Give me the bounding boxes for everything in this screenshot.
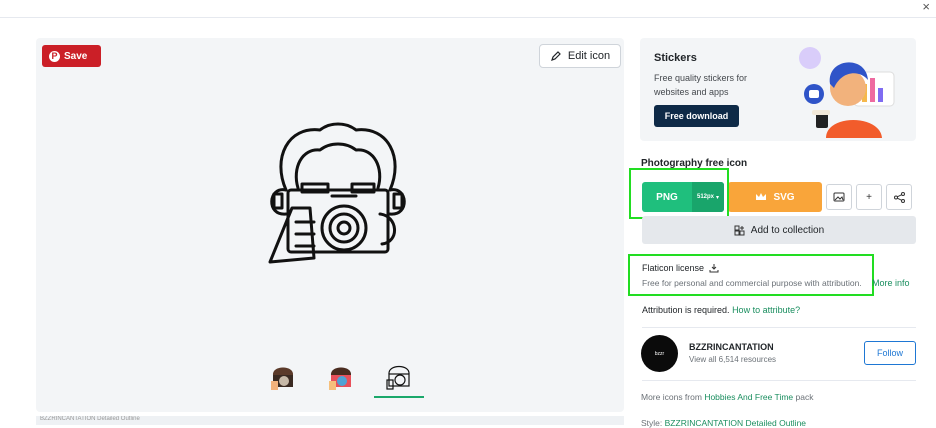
style-line: Style: BZZRINCANTATION Detailed Outline bbox=[641, 418, 806, 428]
edit-label: Edit icon bbox=[567, 50, 611, 62]
photographer-main-icon bbox=[268, 122, 406, 264]
more-icons-suffix: pack bbox=[795, 392, 814, 402]
stickers-description: Free quality stickers for websites and a… bbox=[654, 73, 748, 97]
edit-icon-button[interactable]: Edit icon bbox=[539, 44, 621, 68]
share-button[interactable] bbox=[886, 184, 912, 210]
pinterest-save-button[interactable]: P Save bbox=[42, 45, 101, 67]
variant-thumbnail[interactable] bbox=[316, 354, 366, 398]
license-title: Flaticon license bbox=[642, 263, 719, 273]
license-description: Free for personal and commercial purpose… bbox=[642, 278, 862, 288]
close-icon[interactable]: × bbox=[922, 0, 930, 14]
attribution-line: Attribution is required. How to attribut… bbox=[642, 305, 800, 315]
variant-thumbnail-selected[interactable] bbox=[374, 354, 424, 398]
more-icons-prefix: More icons from bbox=[641, 392, 702, 402]
svg-download-button[interactable]: SVG bbox=[728, 182, 822, 212]
add-to-collection-label: Add to collection bbox=[750, 224, 825, 236]
pack-link[interactable]: Hobbies And Free Time bbox=[704, 392, 793, 402]
image-icon bbox=[833, 192, 845, 202]
photographer-color-icon bbox=[329, 367, 352, 390]
icon-preview-panel: P Save Edit icon bbox=[36, 38, 624, 412]
divider bbox=[642, 380, 916, 381]
stickers-illustration bbox=[799, 47, 895, 138]
stickers-title: Stickers bbox=[654, 52, 697, 64]
follow-button[interactable]: Follow bbox=[864, 341, 916, 365]
stickers-promo-card: Stickers Free quality stickers for websi… bbox=[640, 38, 916, 141]
svg-label: SVG bbox=[773, 191, 795, 203]
pinterest-icon: P bbox=[49, 50, 60, 62]
photographer-color-icon bbox=[271, 367, 294, 390]
more-icons-line: More icons from Hobbies And Free Time pa… bbox=[641, 392, 813, 402]
png-highlight-box bbox=[629, 168, 729, 219]
photographer-outline-icon bbox=[386, 365, 410, 390]
add-to-collection-button[interactable]: Add to collection bbox=[642, 216, 916, 244]
download-icon bbox=[709, 264, 719, 273]
author-name[interactable]: BZZRINCANTATION bbox=[689, 342, 774, 352]
icon-variant-thumbnails bbox=[258, 354, 424, 398]
sidebar: Stickers Free quality stickers for websi… bbox=[640, 38, 916, 141]
add-button[interactable]: + bbox=[856, 184, 882, 210]
save-label: Save bbox=[64, 50, 88, 62]
modal-topbar: × bbox=[0, 0, 936, 18]
share-icon bbox=[893, 191, 905, 203]
collection-add-icon bbox=[734, 225, 745, 235]
pencil-icon bbox=[550, 51, 561, 61]
attribution-text: Attribution is required. bbox=[642, 305, 730, 315]
free-download-button[interactable]: Free download bbox=[654, 105, 739, 127]
how-to-attribute-link[interactable]: How to attribute? bbox=[732, 305, 800, 315]
license-highlight-box bbox=[628, 254, 874, 296]
preview-footer: BZZRINCANTATION Detailed Outline bbox=[36, 416, 624, 425]
author-avatar[interactable]: bzzr bbox=[641, 335, 678, 372]
divider bbox=[642, 327, 916, 328]
image-format-button[interactable] bbox=[826, 184, 852, 210]
style-link[interactable]: BZZRINCANTATION Detailed Outline bbox=[665, 418, 806, 428]
variant-thumbnail[interactable] bbox=[258, 354, 308, 398]
license-title-text: Flaticon license bbox=[642, 263, 705, 273]
author-resources-link[interactable]: View all 6,514 resources bbox=[689, 355, 776, 364]
crown-icon bbox=[756, 193, 767, 200]
style-prefix: Style: bbox=[641, 418, 663, 428]
more-info-link[interactable]: More info bbox=[872, 278, 910, 288]
